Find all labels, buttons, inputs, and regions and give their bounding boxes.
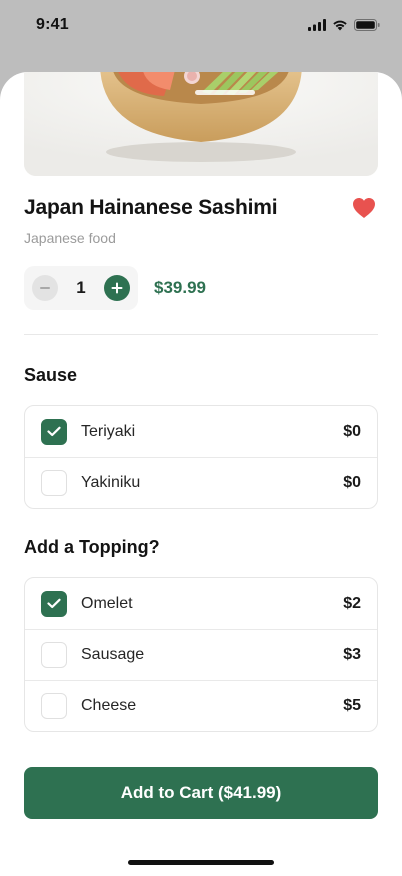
home-indicator [128, 860, 274, 865]
topping-options: Omelet $2 Sausage $3 Cheese $5 [24, 577, 378, 732]
title-row: Japan Hainanese Sashimi [24, 194, 378, 222]
product-detail-sheet: Japan Hainanese Sashimi Japanese food 1 … [0, 72, 402, 876]
topping-option-sausage[interactable]: Sausage $3 [25, 629, 377, 680]
checkmark-icon [47, 426, 61, 437]
option-price: $0 [343, 422, 361, 440]
favorite-button[interactable] [350, 194, 378, 222]
option-label: Sausage [81, 646, 145, 663]
checkmark-icon [47, 598, 61, 609]
decrement-button[interactable] [32, 275, 58, 301]
product-title: Japan Hainanese Sashimi [24, 196, 278, 219]
topping-section-title: Add a Topping? [24, 537, 160, 557]
checkbox-unchecked[interactable] [41, 642, 67, 668]
sauce-options: Teriyaki $0 Yakiniku $0 [24, 405, 378, 509]
sauce-section-title: Sause [24, 365, 78, 385]
quantity-stepper: 1 [24, 266, 138, 310]
product-price: $39.99 [154, 278, 206, 297]
status-bar: 9:41 [0, 0, 402, 50]
checkbox-unchecked[interactable] [41, 470, 67, 496]
add-to-cart-button[interactable]: Add to Cart ($41.99) [24, 767, 378, 819]
wifi-icon [333, 20, 347, 31]
product-category: Japanese food [24, 230, 116, 246]
option-label: Teriyaki [81, 422, 136, 440]
heart-icon [353, 198, 375, 218]
battery-icon [354, 19, 380, 31]
topping-option-cheese[interactable]: Cheese $5 [25, 680, 377, 731]
product-image [24, 72, 378, 176]
divider [24, 334, 378, 335]
sashimi-bowl-photo [24, 72, 378, 176]
checkbox-checked[interactable] [41, 418, 67, 445]
minus-icon [40, 287, 50, 289]
status-time: 9:41 [36, 16, 69, 33]
option-label: Yakiniku [81, 474, 141, 491]
option-price: $2 [343, 594, 361, 612]
sheet-grabber[interactable] [195, 90, 255, 95]
option-price: $3 [343, 646, 361, 663]
checkbox-checked[interactable] [41, 590, 67, 617]
plus-icon [111, 282, 123, 294]
sauce-option-yakiniku[interactable]: Yakiniku $0 [25, 457, 377, 508]
increment-button[interactable] [104, 275, 130, 301]
status-icons [308, 19, 380, 31]
cellular-signal-icon [308, 19, 326, 31]
option-label: Omelet [81, 594, 133, 612]
sauce-option-teriyaki[interactable]: Teriyaki $0 [25, 406, 377, 457]
quantity-value: 1 [76, 278, 86, 297]
checkbox-unchecked[interactable] [41, 693, 67, 719]
topping-option-omelet[interactable]: Omelet $2 [25, 578, 377, 629]
option-price: $5 [343, 697, 361, 714]
option-price: $0 [343, 474, 361, 491]
option-label: Cheese [81, 697, 137, 714]
